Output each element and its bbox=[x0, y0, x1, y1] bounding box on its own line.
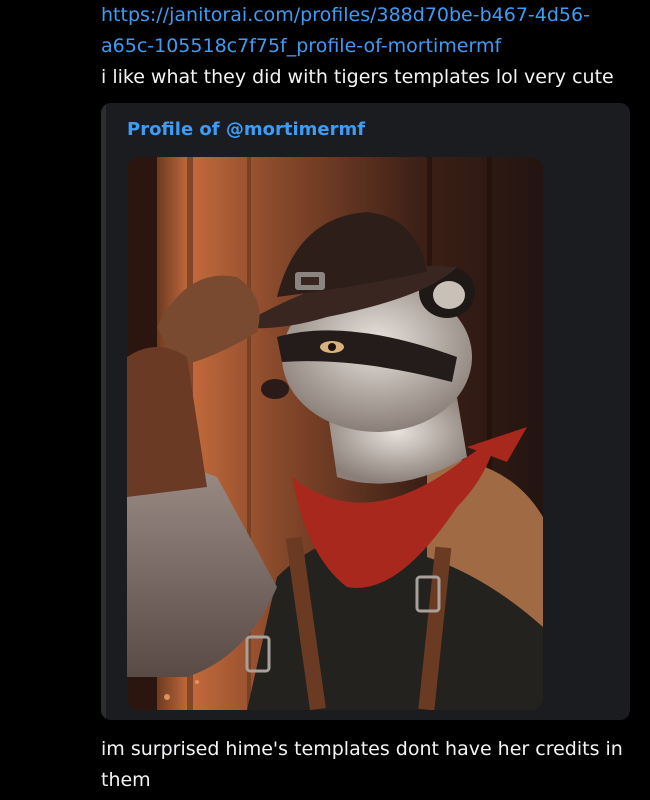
embed-title[interactable]: Profile of @mortimermf bbox=[127, 117, 365, 143]
embed-accent-bar bbox=[101, 103, 106, 720]
character-artwork-image bbox=[127, 157, 543, 710]
profile-link[interactable]: https://janitorai.com/profiles/388d70be-… bbox=[101, 0, 591, 62]
embed-image[interactable] bbox=[127, 157, 543, 710]
chat-view: https://janitorai.com/profiles/388d70be-… bbox=[0, 0, 650, 800]
message-text: im surprised hime's templates dont have … bbox=[101, 738, 623, 791]
link-embed: Profile of @mortimermf bbox=[101, 103, 630, 720]
message: im surprised hime's templates dont have … bbox=[101, 734, 640, 796]
message: https://janitorai.com/profiles/388d70be-… bbox=[101, 0, 640, 93]
message-text: i like what they did with tigers templat… bbox=[101, 66, 614, 88]
